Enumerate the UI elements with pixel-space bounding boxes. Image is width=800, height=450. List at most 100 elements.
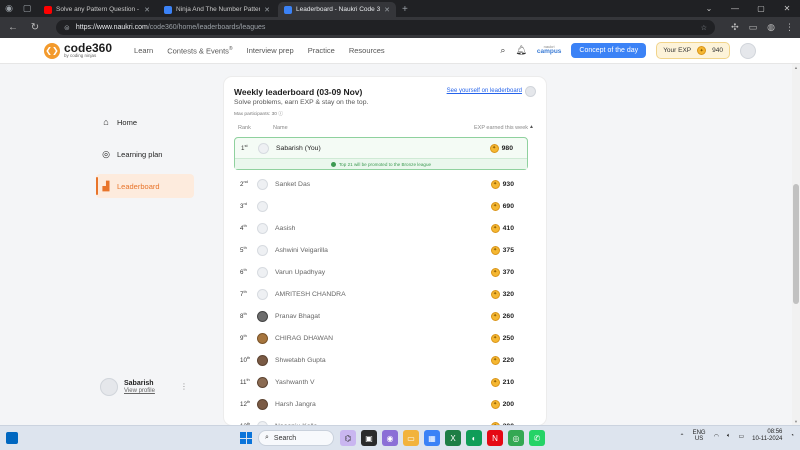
exp-label: Your EXP: [663, 47, 692, 54]
close-icon[interactable]: ✕: [774, 4, 800, 13]
browser-tab[interactable]: Leaderboard - Naukri Code 360 ✕: [278, 2, 396, 17]
browser-tab[interactable]: Solve any Pattern Question - Tric ✕: [38, 2, 156, 17]
file-explorer-icon[interactable]: ▭: [403, 430, 419, 446]
wifi-icon[interactable]: ◠: [714, 433, 719, 440]
netflix-icon[interactable]: N: [487, 430, 503, 446]
nav-link[interactable]: Resources: [349, 46, 385, 56]
task-view-icon[interactable]: ▣: [361, 430, 377, 446]
battery-icon[interactable]: ▭: [738, 433, 744, 440]
tab-actions-icon[interactable]: ▢: [18, 0, 36, 17]
favicon-icon: [44, 5, 52, 14]
site-info-icon[interactable]: ⊜: [64, 24, 70, 32]
chrome-icon[interactable]: ◎: [508, 430, 524, 446]
back-icon[interactable]: ←: [6, 22, 20, 33]
user-name: Sabarish: [124, 380, 154, 387]
store-icon[interactable]: ▦: [424, 430, 440, 446]
scroll-down-icon[interactable]: ▼: [792, 419, 800, 424]
nav-link[interactable]: Learn: [134, 46, 153, 56]
avatar[interactable]: ◍: [767, 22, 775, 33]
participant-name: Sabarish (You): [276, 144, 321, 152]
close-icon[interactable]: ✕: [384, 6, 390, 14]
bookmark-star-icon[interactable]: ☆: [701, 24, 707, 32]
info-icon[interactable]: ⓘ: [278, 112, 283, 117]
tab-title: Leaderboard - Naukri Code 360: [296, 6, 381, 13]
bell-icon[interactable]: 🔔︎: [515, 45, 526, 56]
table-row[interactable]: 6th Varun Upadhyay ✦ 370: [234, 261, 528, 283]
sort-icon[interactable]: ▲: [529, 124, 534, 130]
excel-icon[interactable]: X: [445, 430, 461, 446]
scrollbar-thumb[interactable]: [793, 184, 799, 304]
minimize-icon[interactable]: —: [722, 4, 748, 13]
window-controls: ⌄ — ▢ ✕: [696, 0, 800, 17]
sidebar-item-leaderboard[interactable]: ▟ Leaderboard: [96, 174, 194, 198]
table-row[interactable]: 10th Shwetabh Gupta ✦ 220: [234, 349, 528, 371]
concept-of-the-day-button[interactable]: Concept of the day: [571, 43, 647, 58]
profile-icon[interactable]: ◉: [0, 0, 18, 17]
notifications-icon[interactable]: ◔: [790, 433, 794, 439]
language-indicator[interactable]: ENG US: [693, 430, 706, 443]
nav-link[interactable]: Contests & Events®: [167, 46, 232, 56]
exp-score: ✦ 210: [490, 377, 514, 387]
taskbar-search[interactable]: ⌕ Search: [258, 430, 334, 446]
browser-tab[interactable]: Ninja And The Number Pattern - ✕: [158, 2, 276, 17]
table-row[interactable]: 4th Aasish ✦ 410: [234, 217, 528, 239]
chevron-up-icon[interactable]: ⌃: [680, 433, 685, 440]
table-row[interactable]: 8th Pranav Bhagat ✦ 260: [234, 305, 528, 327]
nav-label: Interview prep: [246, 45, 294, 55]
avatar: [525, 86, 536, 97]
extensions-icon[interactable]: ✣: [731, 22, 739, 33]
nav-link[interactable]: Practice: [308, 46, 335, 56]
teams-icon[interactable]: ◉: [382, 430, 398, 446]
new-tab-button[interactable]: +: [402, 2, 408, 17]
chevron-down-icon[interactable]: ⌄: [696, 4, 722, 13]
system-tray: ⌃ ENG US ◠ 🔈︎ ▭ 08:56 10-11-2024 ◔: [680, 429, 794, 443]
address-bar[interactable]: ⊜ https://www.naukri.com/code360/home/le…: [56, 20, 716, 35]
avatar[interactable]: [740, 42, 756, 59]
table-row: 1st Sabarish (You) ✦ 980: [235, 138, 527, 158]
more-options-icon[interactable]: ⋮: [180, 382, 188, 391]
close-icon[interactable]: ✕: [144, 6, 150, 14]
copilot-icon[interactable]: ⌬: [340, 430, 356, 446]
see-yourself-link[interactable]: See yourself on leaderboard: [447, 88, 522, 94]
whatsapp-icon[interactable]: ✆: [529, 430, 545, 446]
table-row[interactable]: 12th Harsh Jangra ✦ 200: [234, 393, 528, 415]
table-row[interactable]: 5th Ashwini Veigarilla ✦ 375: [234, 239, 528, 261]
avatar[interactable]: [100, 378, 118, 396]
coin-icon: ✦: [697, 46, 707, 55]
close-icon[interactable]: ✕: [264, 6, 270, 14]
participant-name: Shwetabh Gupta: [275, 356, 326, 364]
avatar: [257, 222, 268, 234]
col-exp[interactable]: EXP earned this week: [474, 125, 528, 131]
table-row[interactable]: 13th Naaaniu Kolla ✦200: [234, 415, 528, 425]
maximize-icon[interactable]: ▢: [748, 4, 774, 13]
clock[interactable]: 08:56 10-11-2024: [752, 429, 782, 443]
table-row[interactable]: 2nd Sanket Das ✦ 930: [234, 173, 528, 195]
avatar: [257, 200, 268, 212]
sidebar-item-home[interactable]: ⌂ Home: [96, 110, 194, 134]
your-exp-pill[interactable]: Your EXP ✦ 940: [656, 42, 730, 59]
participant-name: Aasish: [275, 224, 296, 232]
edge-icon[interactable]: ◐: [466, 430, 482, 446]
volume-icon[interactable]: 🔈︎: [727, 433, 731, 440]
menu-icon[interactable]: ⋮: [785, 22, 794, 33]
scroll-up-icon[interactable]: ▲: [792, 65, 800, 70]
table-row[interactable]: 3rd ✦ 690: [234, 195, 528, 217]
nav-link[interactable]: Interview prep: [247, 46, 294, 56]
max-participants: Max participants: 30 ⓘ: [234, 110, 283, 117]
naukri-campus-link[interactable]: naukri campus: [537, 45, 562, 56]
sidebar-item-learning-plan[interactable]: ◎ Learning plan: [96, 142, 194, 166]
avatar: [257, 354, 268, 366]
table-row[interactable]: 7th AMRITESH CHANDRA ✦ 320: [234, 283, 528, 305]
table-row[interactable]: 11th Yashwanth V ✦ 210: [234, 371, 528, 393]
view-profile-link[interactable]: View profile: [124, 388, 155, 394]
coin-icon: ✦: [490, 355, 500, 365]
participant-name: AMRITESH CHANDRA: [275, 290, 346, 298]
reload-icon[interactable]: ↻: [28, 22, 42, 33]
page-scrollbar[interactable]: ▲ ▼: [792, 64, 800, 425]
table-row[interactable]: 9th CHIRAG DHAWAN ✦ 250: [234, 327, 528, 349]
start-button[interactable]: [240, 432, 252, 444]
widgets-icon[interactable]: [6, 432, 18, 444]
code360-logo[interactable]: ❮❯ code360 by coding ninjas: [44, 42, 112, 59]
split-view-icon[interactable]: ▭: [749, 22, 758, 33]
search-icon[interactable]: ⌕: [500, 45, 505, 56]
